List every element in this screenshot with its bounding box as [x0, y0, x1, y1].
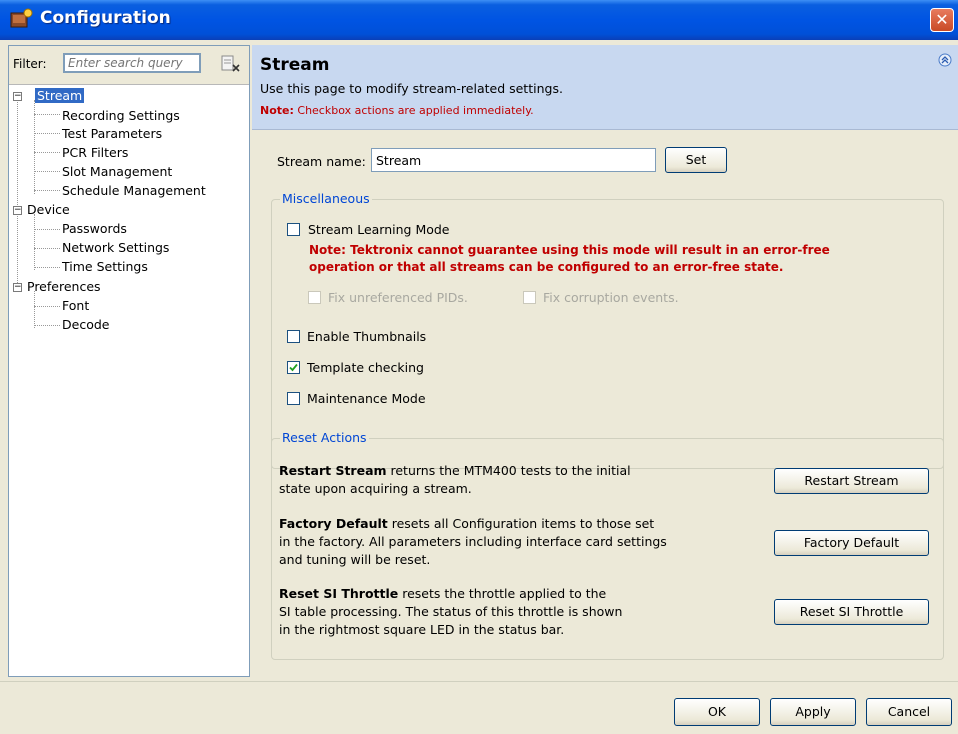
page-note: Note: Checkbox actions are applied immed… — [260, 104, 534, 117]
navigation-panel: Filter: − — [8, 45, 250, 677]
factory-default-button[interactable]: Factory Default — [774, 530, 929, 556]
window-title: Configuration — [40, 8, 171, 28]
collapse-up-icon[interactable] — [938, 53, 952, 67]
tree-item-schedule-management[interactable]: Schedule Management — [62, 181, 206, 200]
collapse-preferences-icon[interactable]: − — [13, 283, 22, 292]
tree-item-time-settings[interactable]: Time Settings — [62, 257, 148, 276]
tree-item-pcr-filters[interactable]: PCR Filters — [62, 143, 128, 162]
filter-search-input[interactable] — [63, 53, 201, 73]
collapse-stream-icon[interactable]: − — [13, 92, 22, 101]
tree-item-network-settings[interactable]: Network Settings — [62, 238, 169, 257]
filter-label: Filter: — [13, 57, 47, 71]
settings-page: Stream Use this page to modify stream-re… — [252, 45, 958, 677]
page-description: Use this page to modify stream-related s… — [260, 81, 563, 96]
fix-corruption-label: Fix corruption events. — [543, 290, 679, 305]
miscellaneous-title: Miscellaneous — [280, 191, 372, 206]
tree-item-font[interactable]: Font — [62, 296, 89, 315]
learning-mode-warning-1: Note: Tektronix cannot guarantee using t… — [309, 243, 830, 257]
reset-si-throttle-description: Reset SI Throttle resets the throttle ap… — [279, 586, 623, 637]
fix-pids-label: Fix unreferenced PIDs. — [328, 290, 468, 305]
stream-name-label: Stream name: — [277, 154, 366, 169]
maintenance-mode-label: Maintenance Mode — [307, 391, 426, 406]
tree-item-slot-management[interactable]: Slot Management — [62, 162, 172, 181]
restart-stream-button[interactable]: Restart Stream — [774, 468, 929, 494]
cancel-button[interactable]: Cancel — [866, 698, 952, 726]
tree-item-recording-settings[interactable]: Recording Settings — [62, 106, 180, 125]
maintenance-mode-checkbox[interactable] — [287, 392, 300, 405]
set-button[interactable]: Set — [665, 147, 727, 173]
enable-thumbnails-label: Enable Thumbnails — [307, 329, 427, 344]
reset-si-throttle-button[interactable]: Reset SI Throttle — [774, 599, 929, 625]
tree-item-test-parameters[interactable]: Test Parameters — [62, 124, 162, 143]
app-icon — [10, 8, 33, 28]
factory-default-description: Factory Default resets all Configuration… — [279, 516, 667, 567]
stream-learning-mode-label: Stream Learning Mode — [308, 222, 450, 237]
collapse-device-icon[interactable]: − — [13, 206, 22, 215]
template-checking-label: Template checking — [307, 360, 424, 375]
stream-name-input[interactable] — [371, 148, 656, 172]
tree-item-stream[interactable]: Stream — [35, 86, 85, 105]
stream-learning-mode-checkbox[interactable] — [287, 223, 300, 236]
configuration-window: Configuration ✕ Filter: Enter search que… — [0, 0, 958, 734]
ok-button[interactable]: OK — [674, 698, 760, 726]
page-header: Stream Use this page to modify stream-re… — [252, 45, 958, 130]
enable-thumbnails-checkbox[interactable] — [287, 330, 300, 343]
tree-item-device[interactable]: Device — [27, 200, 70, 219]
filter-bar: Filter: — [9, 46, 249, 85]
page-title: Stream — [260, 55, 330, 75]
learning-mode-warning-2: operation or that all streams can be con… — [309, 260, 784, 274]
title-bar[interactable]: Configuration ✕ — [0, 0, 958, 40]
tree-item-passwords[interactable]: Passwords — [62, 219, 127, 238]
apply-button[interactable]: Apply — [770, 698, 856, 726]
tree-item-decode[interactable]: Decode — [62, 315, 109, 334]
template-checking-checkbox[interactable] — [287, 361, 300, 374]
reset-actions-title: Reset Actions — [280, 430, 369, 445]
checkmark-icon — [289, 363, 298, 372]
tree-item-preferences[interactable]: Preferences — [27, 277, 101, 296]
close-button[interactable]: ✕ — [930, 8, 954, 32]
clear-filter-icon[interactable] — [221, 55, 241, 73]
restart-stream-description: Restart Stream returns the MTM400 tests … — [279, 463, 631, 496]
fix-corruption-checkbox[interactable] — [523, 291, 536, 304]
dialog-footer: OK Apply Cancel — [0, 681, 958, 734]
fix-pids-checkbox[interactable] — [308, 291, 321, 304]
